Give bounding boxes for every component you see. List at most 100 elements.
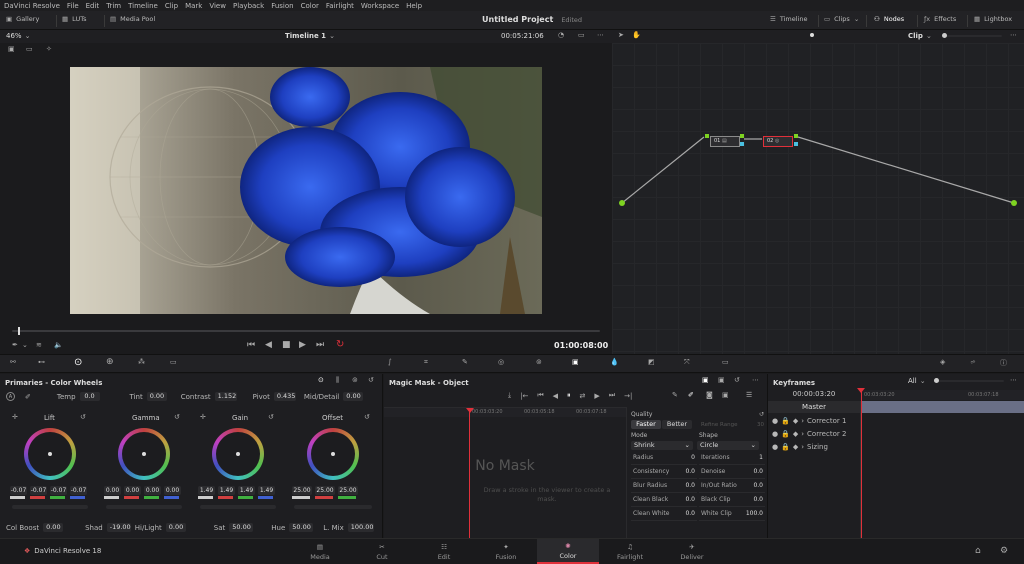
faster-button[interactable]: Faster: [631, 420, 661, 429]
loop-in-icon[interactable]: ≋: [36, 341, 42, 349]
chevron-down-icon[interactable]: ⌄: [22, 341, 28, 349]
color-wheels-icon[interactable]: ⊙: [74, 357, 82, 368]
offset-r[interactable]: 25.00: [315, 486, 335, 495]
pause-icon[interactable]: ⏸: [567, 391, 571, 400]
lift-b[interactable]: -0.07: [70, 486, 87, 495]
keyframes-zoom-slider[interactable]: [934, 378, 1004, 383]
scrubber-track[interactable]: [12, 327, 600, 335]
menu-mark[interactable]: Mark: [185, 2, 202, 10]
window-icon[interactable]: ◎: [498, 358, 504, 366]
consistency-field[interactable]: Consistency 0.0: [631, 465, 697, 479]
chevron-right-icon[interactable]: ›: [801, 443, 804, 451]
gain-master-wheel[interactable]: [200, 505, 276, 509]
node-output-handle[interactable]: [794, 134, 798, 138]
timeline-button[interactable]: ☰ Timeline: [770, 15, 807, 23]
reset-icon[interactable]: ↺: [364, 413, 370, 421]
play-icon[interactable]: ▶: [299, 340, 306, 350]
page-deliver[interactable]: ✈ Deliver: [661, 539, 723, 564]
offset-master-wheel[interactable]: [294, 505, 372, 509]
keyframes-playhead-marker[interactable]: [857, 388, 865, 393]
expand-icon[interactable]: ●: [772, 443, 778, 451]
clean-black-field[interactable]: Clean Black 0.0: [631, 493, 697, 507]
blur-radius-field[interactable]: Blur Radius 0.0: [631, 479, 697, 493]
qualifier-icon[interactable]: ✎: [462, 358, 468, 366]
shad-value[interactable]: -19.00: [106, 523, 131, 532]
reset-icon[interactable]: ↺: [174, 413, 180, 421]
lift-y[interactable]: -0.07: [10, 486, 27, 495]
page-cut[interactable]: ✂ Cut: [351, 539, 413, 564]
node-alpha-handle[interactable]: [794, 142, 798, 146]
wheel-center[interactable]: [331, 452, 335, 456]
lift-master-wheel[interactable]: [12, 505, 88, 509]
pointer-tool-icon[interactable]: ✒: [12, 341, 18, 349]
reset-icon[interactable]: ↺: [734, 376, 740, 384]
black-clip-field[interactable]: Black Clip 0.0: [699, 493, 765, 507]
lmix-value[interactable]: 100.00: [347, 523, 374, 532]
menu-playback[interactable]: Playback: [233, 2, 264, 10]
reverse-play-icon[interactable]: ◀: [265, 340, 272, 350]
gamma-g[interactable]: 0.00: [144, 486, 161, 495]
reset-icon[interactable]: ↺: [759, 411, 764, 418]
node-input-handle[interactable]: [705, 134, 709, 138]
magic-mask-icon[interactable]: ▣: [572, 358, 579, 366]
nodes-button[interactable]: ⚇ Nodes: [874, 15, 904, 23]
more-options-icon[interactable]: ⋯: [752, 376, 759, 384]
offset-wheel[interactable]: [307, 428, 359, 480]
keyframe-row[interactable]: ● 🔒 ◆ › Sizing: [772, 441, 828, 453]
key-icon[interactable]: ◩: [648, 358, 655, 366]
slider-knob[interactable]: [942, 33, 947, 38]
track-reverse-icon[interactable]: ◀: [553, 392, 558, 400]
auto-balance-icon[interactable]: A: [6, 392, 15, 401]
menu-file[interactable]: File: [67, 2, 79, 10]
track-forward-icon[interactable]: ▶: [594, 392, 599, 400]
zoom-select[interactable]: 46% ⌄: [6, 32, 30, 40]
menu-clip[interactable]: Clip: [165, 2, 178, 10]
mode-select[interactable]: Shrink ⌄: [631, 441, 693, 450]
radius-field[interactable]: Radius 0: [631, 451, 697, 465]
menu-fairlight[interactable]: Fairlight: [326, 2, 354, 10]
menu-view[interactable]: View: [209, 2, 226, 10]
menu-workspace[interactable]: Workspace: [361, 2, 399, 10]
keyframe-row[interactable]: ● 🔒 ◆ › Corrector 1: [772, 415, 846, 427]
loop-icon[interactable]: ↻: [336, 339, 344, 350]
bars-mode-icon[interactable]: ⫼: [336, 376, 339, 385]
hue-value[interactable]: 50.00: [289, 523, 314, 532]
clips-button[interactable]: ▭ Clips ⌄: [824, 15, 859, 23]
hilight-value[interactable]: 0.00: [165, 523, 186, 532]
stroke-minus-icon[interactable]: ✐: [688, 391, 694, 399]
sat-value[interactable]: 50.00: [229, 523, 254, 532]
pointer-icon[interactable]: ➤: [618, 31, 624, 39]
reset-icon[interactable]: ↺: [268, 413, 274, 421]
lock-icon[interactable]: 🔒: [781, 417, 790, 425]
sizing-icon[interactable]: ⤧: [684, 358, 690, 367]
denoise-field[interactable]: Denoise 0.0: [699, 465, 765, 479]
chevron-right-icon[interactable]: ›: [801, 417, 804, 425]
page-media[interactable]: ▤ Media: [289, 539, 351, 564]
page-color[interactable]: ✺ Color: [537, 539, 599, 564]
node-02[interactable]: 02 ◎: [763, 136, 793, 147]
stroke-pen-icon[interactable]: ✎: [672, 391, 678, 399]
keyframes-playhead[interactable]: [861, 390, 862, 538]
master-track-bar[interactable]: [860, 401, 1024, 413]
layout-icon[interactable]: ▭: [578, 31, 585, 39]
color-warper-icon[interactable]: ⌗: [424, 358, 428, 367]
crosshair-icon[interactable]: ✛: [12, 413, 18, 421]
gamma-y[interactable]: 0.00: [104, 486, 121, 495]
mask-fill-icon[interactable]: ▣: [722, 391, 729, 399]
lift-g[interactable]: -0.07: [50, 486, 67, 495]
page-edit[interactable]: ☷ Edit: [413, 539, 475, 564]
offset-y[interactable]: 25.00: [292, 486, 312, 495]
3d-icon[interactable]: ▭: [722, 358, 729, 366]
motion-effects-icon[interactable]: ▭: [170, 358, 177, 366]
stop-icon[interactable]: ■: [282, 340, 291, 350]
page-fusion[interactable]: ✦ Fusion: [475, 539, 537, 564]
playhead[interactable]: [17, 327, 20, 335]
iterations-field[interactable]: Iterations 1: [699, 451, 765, 465]
wheel-center[interactable]: [236, 452, 240, 456]
menu-help[interactable]: Help: [406, 2, 422, 10]
hand-icon[interactable]: ✋: [632, 31, 641, 39]
colboost-value[interactable]: 0.00: [43, 523, 64, 532]
lightbox-button[interactable]: ▦ Lightbox: [974, 15, 1012, 23]
color-match-icon[interactable]: ⊷: [38, 358, 45, 366]
lock-icon[interactable]: 🔒: [781, 443, 790, 451]
